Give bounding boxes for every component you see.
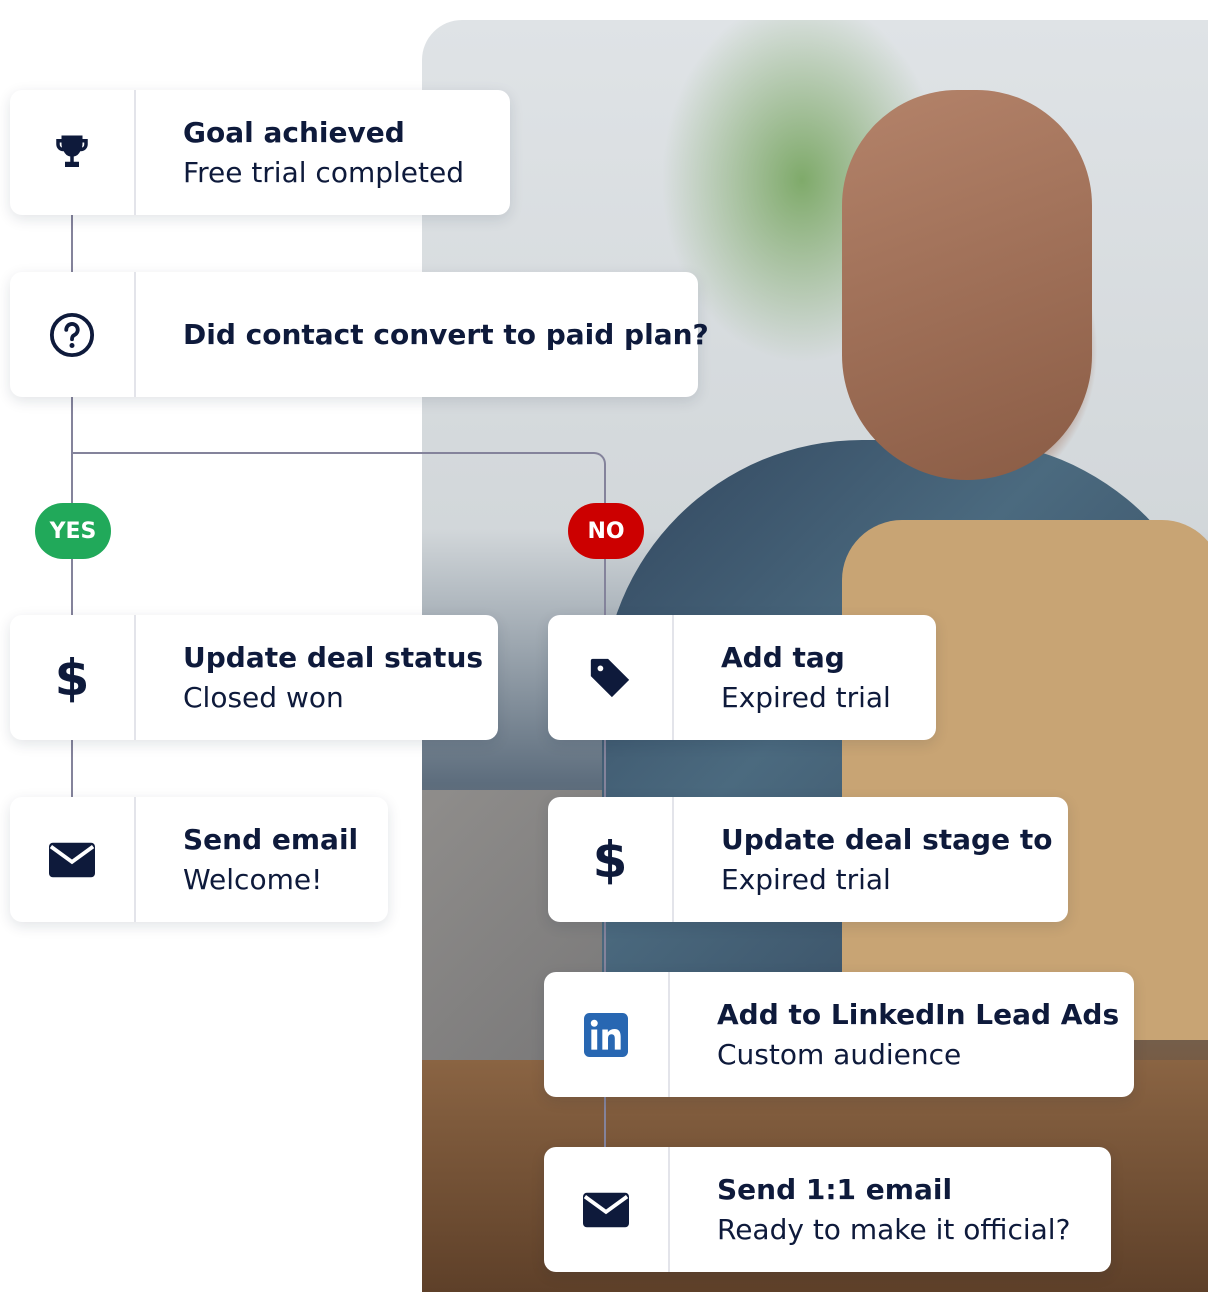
no-badge: NO: [568, 503, 644, 559]
card-title: Send 1:1 email: [717, 1172, 953, 1206]
card-title: Goal achieved: [183, 115, 405, 149]
card-subtitle: Ready to make it official?: [717, 1212, 1071, 1246]
linkedin-icon: [544, 972, 670, 1097]
card-send-1to1-email[interactable]: Send 1:1 email Ready to make it official?: [544, 1147, 1111, 1272]
connector: [71, 740, 73, 797]
card-subtitle: Expired trial: [721, 680, 891, 714]
connector: [71, 452, 591, 454]
card-send-email[interactable]: Send email Welcome!: [10, 797, 388, 922]
trophy-icon: [10, 90, 136, 215]
card-title: Add to LinkedIn Lead Ads: [717, 997, 1120, 1031]
question-circle-icon: [10, 272, 136, 397]
dollar-icon: $: [10, 615, 136, 740]
dollar-icon: $: [548, 797, 674, 922]
card-linkedin[interactable]: Add to LinkedIn Lead Ads Custom audience: [544, 972, 1134, 1097]
card-subtitle: Expired trial: [721, 862, 891, 896]
card-subtitle: Welcome!: [183, 862, 323, 896]
card-title: Update deal status: [183, 640, 484, 674]
card-title: Add tag: [721, 640, 845, 674]
card-update-deal-stage[interactable]: $ Update deal stage to Expired trial: [548, 797, 1068, 922]
card-condition[interactable]: Did contact convert to paid plan?: [10, 272, 709, 397]
envelope-icon: [10, 797, 136, 922]
envelope-icon: [544, 1147, 670, 1272]
card-goal[interactable]: Goal achieved Free trial completed: [10, 90, 510, 215]
card-subtitle: Closed won: [183, 680, 344, 714]
card-title: Update deal stage to: [721, 822, 1053, 856]
card-add-tag[interactable]: Add tag Expired trial: [548, 615, 936, 740]
connector: [71, 215, 73, 272]
tag-icon: [548, 615, 674, 740]
card-title: Did contact convert to paid plan?: [183, 317, 709, 351]
card-title: Send email: [183, 822, 359, 856]
yes-badge: YES: [35, 503, 111, 559]
card-subtitle: Custom audience: [717, 1037, 962, 1071]
card-subtitle: Free trial completed: [183, 155, 464, 189]
card-update-deal-status[interactable]: $ Update deal status Closed won: [10, 615, 498, 740]
